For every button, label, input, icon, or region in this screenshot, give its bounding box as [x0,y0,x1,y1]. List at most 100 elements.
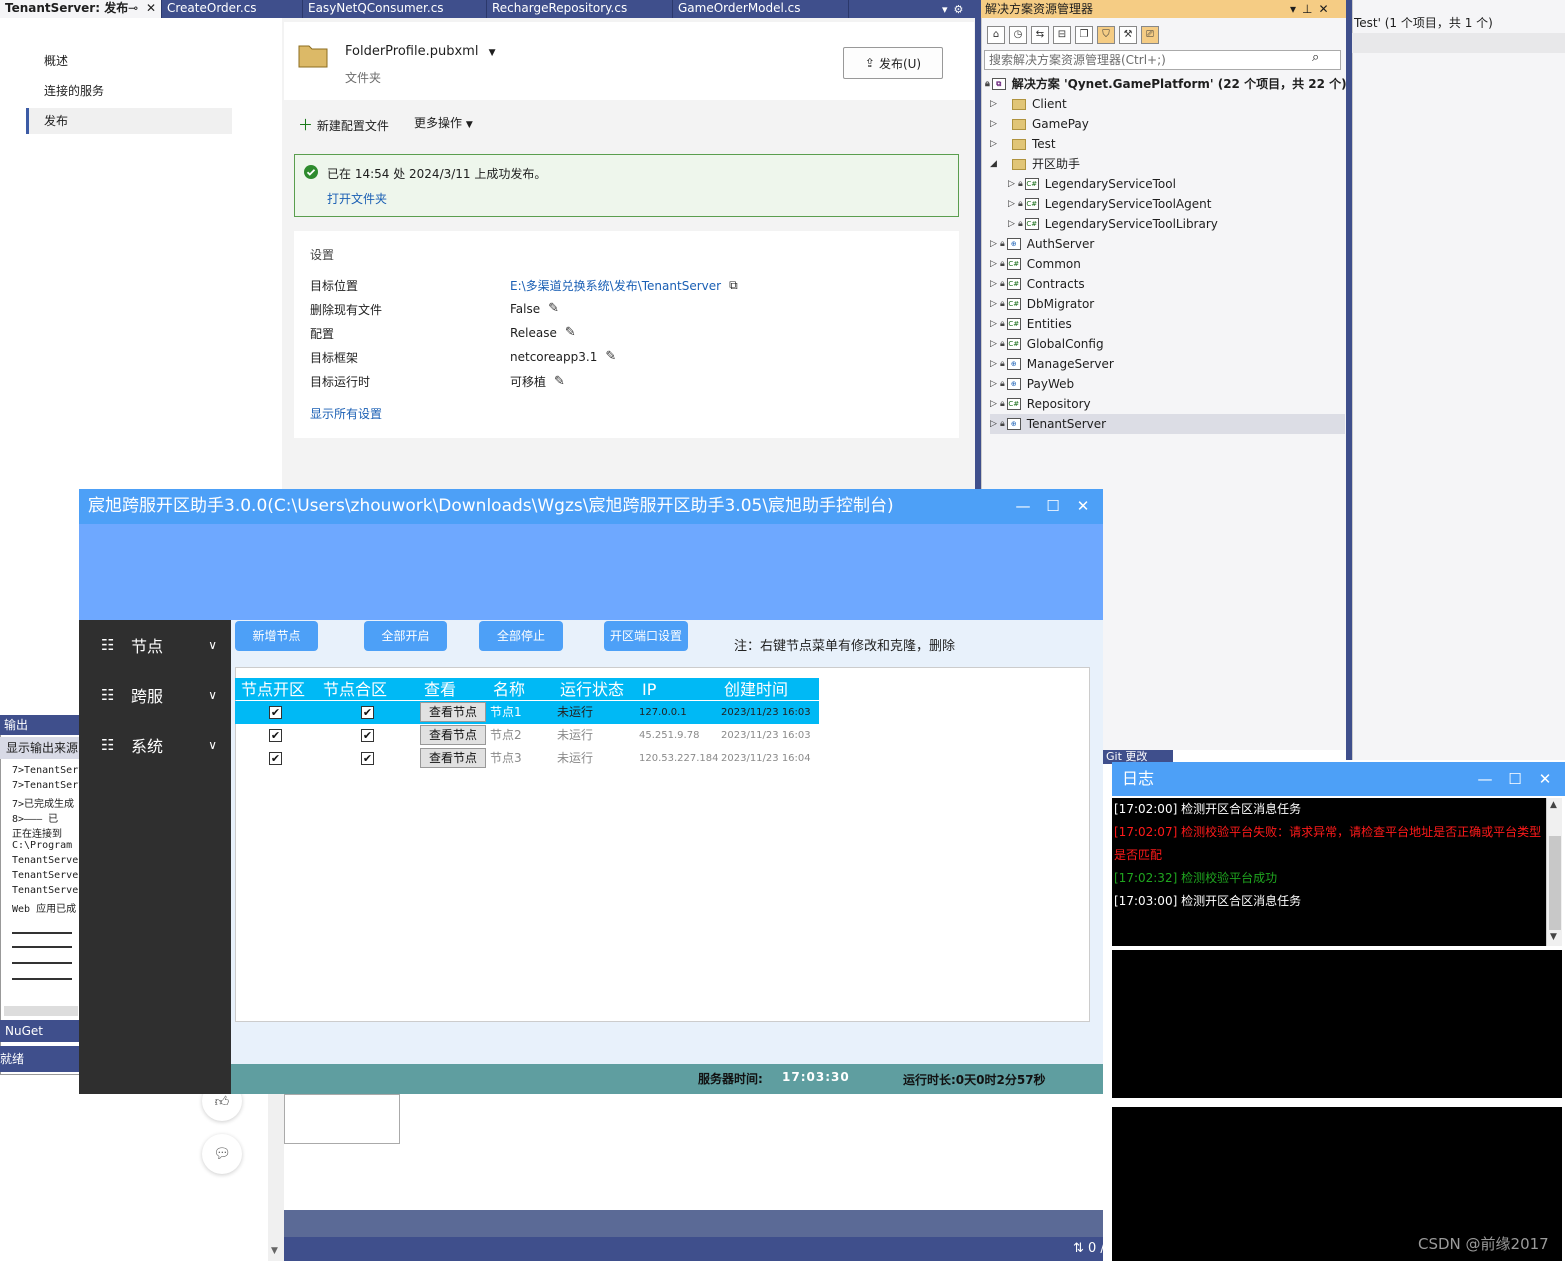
column-header-view[interactable]: 查看 [424,678,456,700]
open-checkbox[interactable]: ✔ [269,729,282,742]
pin-icon[interactable]: ⊥ [1302,2,1318,16]
output-source-label[interactable]: 显示输出来源 [0,737,82,759]
collapsed-arrow-icon[interactable]: ▷ [990,134,1000,154]
history-icon[interactable]: ◷ [1009,26,1027,44]
target-location-link[interactable]: E:\多渠道兑换系统\发布\TenantServer [510,277,721,294]
add-node-button[interactable]: 新增节点 [235,621,318,651]
close-icon[interactable]: ✕ [1318,2,1334,16]
scroll-down-icon[interactable]: ▼ [1550,932,1557,942]
properties-wrench-icon[interactable]: ⚒ [1119,26,1137,44]
stop-all-button[interactable]: 全部停止 [479,621,563,651]
vs-home-icon[interactable]: ⌂ [987,26,1005,44]
tree-item--[interactable]: ◢ 开区助手 [990,154,1345,174]
tree-item-contracts[interactable]: ▷ 🔒︎ C# Contracts [990,274,1345,294]
copy-icon[interactable]: ⧉ [729,278,738,293]
solution-node[interactable]: 🔒︎ ⧉ 解决方案 'Qynet.GamePlatform' (22 个项目，共… [985,74,1347,94]
filter-icon[interactable]: ⛉ [1097,26,1115,44]
comment-icon[interactable]: 💬︎ [202,1134,242,1174]
edit-pencil-icon[interactable]: ✎ [548,301,559,316]
open-checkbox[interactable]: ✔ [269,706,282,719]
collapsed-arrow-icon[interactable]: ▷ [990,114,1000,134]
view-node-button[interactable]: 查看节点 [420,748,486,768]
port-settings-button[interactable]: 开区端口设置 [604,621,688,651]
sync-icon[interactable]: ⇆ [1031,26,1049,44]
merge-checkbox[interactable]: ✔ [361,706,374,719]
publish-button[interactable]: ⇪ 发布(U) [843,47,943,79]
collapsed-arrow-icon[interactable]: ▷ [990,274,1000,294]
preview-icon[interactable]: ⎚ [1141,26,1159,44]
collapsed-arrow-icon[interactable]: ▷ [1008,174,1018,194]
tree-item-dbmigrator[interactable]: ▷ 🔒︎ C# DbMigrator [990,294,1345,314]
tab-easynetqconsumer[interactable]: EasyNetQConsumer.cs [303,0,487,18]
close-icon[interactable]: ✕ [146,0,156,17]
open-checkbox[interactable]: ✔ [269,752,282,765]
show-all-files-icon[interactable]: ❐ [1075,26,1093,44]
start-all-button[interactable]: 全部开启 [364,621,447,651]
sidebar-item-cross-server[interactable]: ☷ 跨服 ∨ [79,670,231,720]
settings-gear-icon[interactable]: ⚙ [954,3,964,16]
merge-checkbox[interactable]: ✔ [361,752,374,765]
tree-item-gamepay[interactable]: ▷ GamePay [990,114,1345,134]
tree-item-common[interactable]: ▷ 🔒︎ C# Common [990,254,1345,274]
edit-pencil-icon[interactable]: ✎ [605,349,616,364]
solution-search-input[interactable]: 搜索解决方案资源管理器(Ctrl+;) [984,50,1341,70]
panel-dropdown-icon[interactable]: ▾ [1290,2,1302,16]
collapsed-arrow-icon[interactable]: ▷ [990,314,1000,334]
tree-item-authserver[interactable]: ▷ 🔒︎ ⊕ AuthServer [990,234,1345,254]
tree-item-repository[interactable]: ▷ 🔒︎ C# Repository [990,394,1345,414]
nav-connected-services[interactable]: 连接的服务 [26,78,232,104]
close-icon[interactable]: ✕ [1530,762,1560,796]
tree-item-client[interactable]: ▷ Client [990,94,1345,114]
new-profile-button[interactable]: ＋ 新建配置文件 [298,114,389,135]
collapse-all-icon[interactable]: ⊟ [1053,26,1071,44]
collapsed-arrow-icon[interactable]: ▷ [990,394,1000,414]
show-all-settings-link[interactable]: 显示所有设置 [310,405,382,422]
sync-counter[interactable]: ⇅ 0 / [1073,1241,1105,1256]
minimize-icon[interactable]: — [1470,762,1500,796]
tree-item-payweb[interactable]: ▷ 🔒︎ ⊕ PayWeb [990,374,1345,394]
view-node-button[interactable]: 查看节点 [420,725,486,745]
view-node-button[interactable]: 查看节点 [420,702,486,722]
close-icon[interactable]: ✕ [1068,489,1098,524]
tree-item-manageserver[interactable]: ▷ 🔒︎ ⊕ ManageServer [990,354,1345,374]
tree-item-entities[interactable]: ▷ 🔒︎ C# Entities [990,314,1345,334]
scroll-up-icon[interactable]: ▲ [1550,800,1557,810]
minimize-icon[interactable]: — [1008,489,1038,524]
collapsed-arrow-icon[interactable]: ▷ [1008,194,1018,214]
tree-item-legendaryservicetoolagent[interactable]: ▷ 🔒︎ C# LegendaryServiceToolAgent [1008,194,1345,214]
collapsed-arrow-icon[interactable]: ▷ [990,334,1000,354]
column-header-name[interactable]: 名称 [493,678,525,700]
open-folder-link[interactable]: 打开文件夹 [327,190,387,207]
tree-item-tenantserver[interactable]: ▷ 🔒︎ ⊕ TenantServer [990,414,1345,434]
sidebar-item-system[interactable]: ☷ 系统 ∨ [79,720,231,770]
edit-pencil-icon[interactable]: ✎ [554,374,565,389]
sidebar-item-nodes[interactable]: ☷ 节点 ∨ [79,620,231,670]
collapsed-arrow-icon[interactable]: ▷ [990,294,1000,314]
column-header-created[interactable]: 创建时间 [724,678,788,700]
scroll-down-icon[interactable]: ▼ [271,1246,278,1256]
maximize-icon[interactable]: ☐ [1038,489,1068,524]
nuget-tab[interactable]: NuGet Brows [0,1020,82,1060]
search-icon[interactable]: ⌕ [1312,50,1319,65]
expanded-arrow-icon[interactable]: ◢ [990,154,1000,174]
column-header-ip[interactable]: IP [642,678,656,700]
scroll-thumb[interactable] [1549,836,1561,930]
log-scrollbar[interactable]: ▲ ▼ [1546,798,1562,946]
column-header-status[interactable]: 运行状态 [560,678,624,700]
collapsed-arrow-icon[interactable]: ▷ [990,94,1000,114]
output-scrollbar[interactable] [4,1006,78,1016]
tree-item-legendaryservicetool[interactable]: ▷ 🔒︎ C# LegendaryServiceTool [1008,174,1345,194]
collapsed-arrow-icon[interactable]: ▷ [990,354,1000,374]
tree-item-globalconfig[interactable]: ▷ 🔒︎ C# GlobalConfig [990,334,1345,354]
tab-rechargerepository[interactable]: RechargeRepository.cs [487,0,673,18]
more-actions-button[interactable]: 更多操作 ▼ [414,114,473,131]
maximize-icon[interactable]: ☐ [1500,762,1530,796]
collapsed-arrow-icon[interactable]: ▷ [990,374,1000,394]
pin-icon[interactable]: ⊸ [128,0,138,17]
profile-selector[interactable]: FolderProfile.pubxml ▼ [345,44,496,59]
tab-dropdown-icon[interactable]: ▾ [942,3,948,16]
tab-tenantserver-publish[interactable]: TenantServer: 发布 ⊸ ✕ [0,0,162,18]
tree-item-test[interactable]: ▷ Test [990,134,1345,154]
merge-checkbox[interactable]: ✔ [361,729,374,742]
tab-createorder[interactable]: CreateOrder.cs [162,0,303,18]
